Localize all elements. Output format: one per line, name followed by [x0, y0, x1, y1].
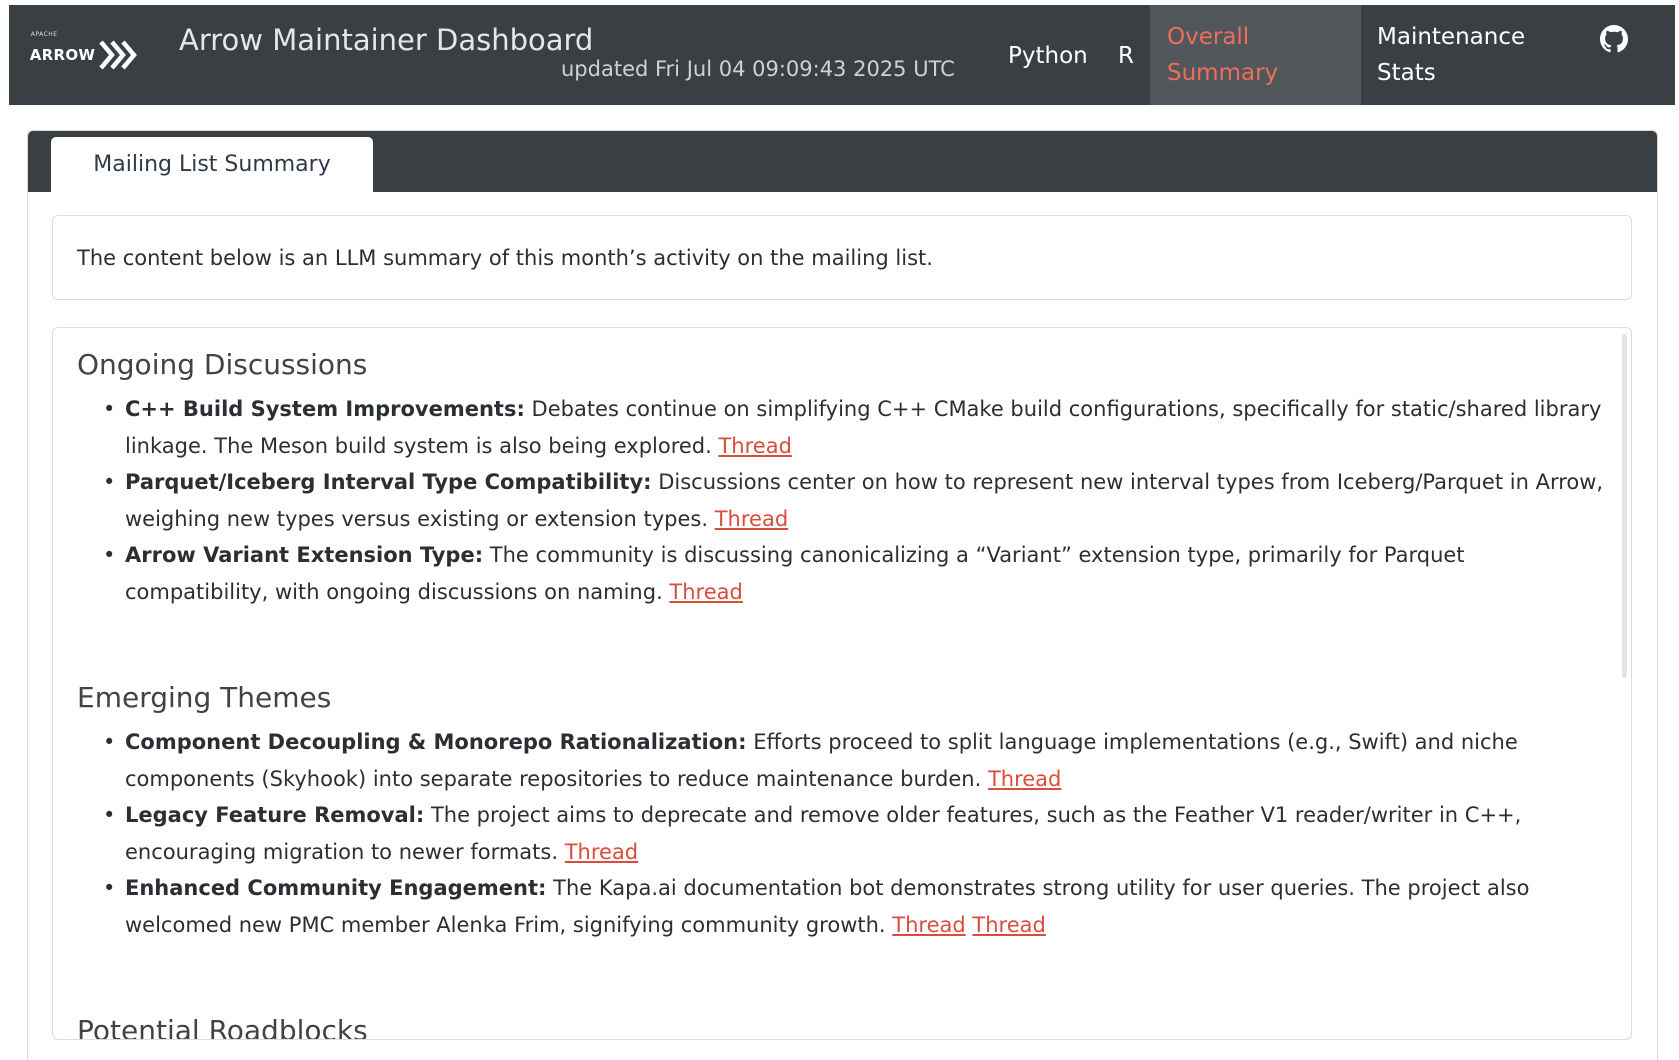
thread-link[interactable]: Thread	[715, 507, 788, 531]
github-icon[interactable]	[1600, 25, 1628, 53]
section-heading: Ongoing Discussions	[77, 348, 368, 381]
item-title: C++ Build System Improvements:	[125, 397, 525, 421]
nav-python[interactable]: Python	[1008, 38, 1088, 74]
list-item: C++ Build System Improvements: Debates c…	[103, 391, 1607, 464]
summary-panel: Ongoing Discussions C++ Build System Imp…	[52, 327, 1632, 1040]
nav-r[interactable]: R	[1118, 38, 1134, 74]
dashboard-title: Arrow Maintainer Dashboard	[179, 23, 594, 57]
scrollbar[interactable]	[1622, 334, 1627, 678]
thread-link[interactable]: Thread	[988, 767, 1061, 791]
thread-link[interactable]: Thread	[565, 840, 638, 864]
item-title: Enhanced Community Engagement:	[125, 876, 547, 900]
nav-overall-summary[interactable]: Overall Summary	[1150, 5, 1361, 105]
section-heading: Emerging Themes	[77, 681, 332, 714]
card-tab-bar: Mailing List Summary	[28, 131, 1657, 192]
brand-word: ARROW	[29, 46, 96, 64]
thread-link[interactable]: Thread	[972, 913, 1045, 937]
nav-maintenance-stats[interactable]: Maintenance Stats	[1377, 19, 1577, 91]
section-heading: Potential Roadblocks	[77, 1014, 368, 1040]
brand-logo[interactable]: APACHE ARROW	[9, 5, 159, 105]
brand-small-text: APACHE	[30, 31, 58, 38]
llm-disclaimer: The content below is an LLM summary of t…	[52, 215, 1632, 300]
chevrons-icon	[99, 40, 138, 70]
mailing-list-card: Mailing List Summary The content below i…	[27, 130, 1658, 1060]
list-item: Arrow Variant Extension Type: The commun…	[103, 537, 1607, 610]
thread-link[interactable]: Thread	[669, 580, 742, 604]
nav-overall-summary-label: Overall Summary	[1167, 24, 1279, 86]
updated-timestamp: updated Fri Jul 04 09:09:43 2025 UTC	[561, 57, 955, 81]
section-ongoing-discussions: Ongoing Discussions C++ Build System Imp…	[77, 348, 1607, 610]
section-potential-roadblocks: Potential Roadblocks	[77, 1014, 1607, 1040]
tab-mailing-list-summary[interactable]: Mailing List Summary	[51, 137, 373, 192]
item-title: Component Decoupling & Monorepo Rational…	[125, 730, 747, 754]
list-item: Component Decoupling & Monorepo Rational…	[103, 724, 1607, 797]
arrow-logo: APACHE ARROW	[29, 31, 139, 72]
item-title: Arrow Variant Extension Type:	[125, 543, 484, 567]
thread-link[interactable]: Thread	[718, 434, 791, 458]
section-emerging-themes: Emerging Themes Component Decoupling & M…	[77, 681, 1607, 943]
thread-link[interactable]: Thread	[892, 913, 965, 937]
item-title: Parquet/Iceberg Interval Type Compatibil…	[125, 470, 652, 494]
list-item: Parquet/Iceberg Interval Type Compatibil…	[103, 464, 1607, 537]
top-navbar: APACHE ARROW Arrow Maintainer Dashboard …	[9, 5, 1675, 105]
list-item: Legacy Feature Removal: The project aims…	[103, 797, 1607, 870]
item-title: Legacy Feature Removal:	[125, 803, 425, 827]
list-item: Enhanced Community Engagement: The Kapa.…	[103, 870, 1607, 943]
